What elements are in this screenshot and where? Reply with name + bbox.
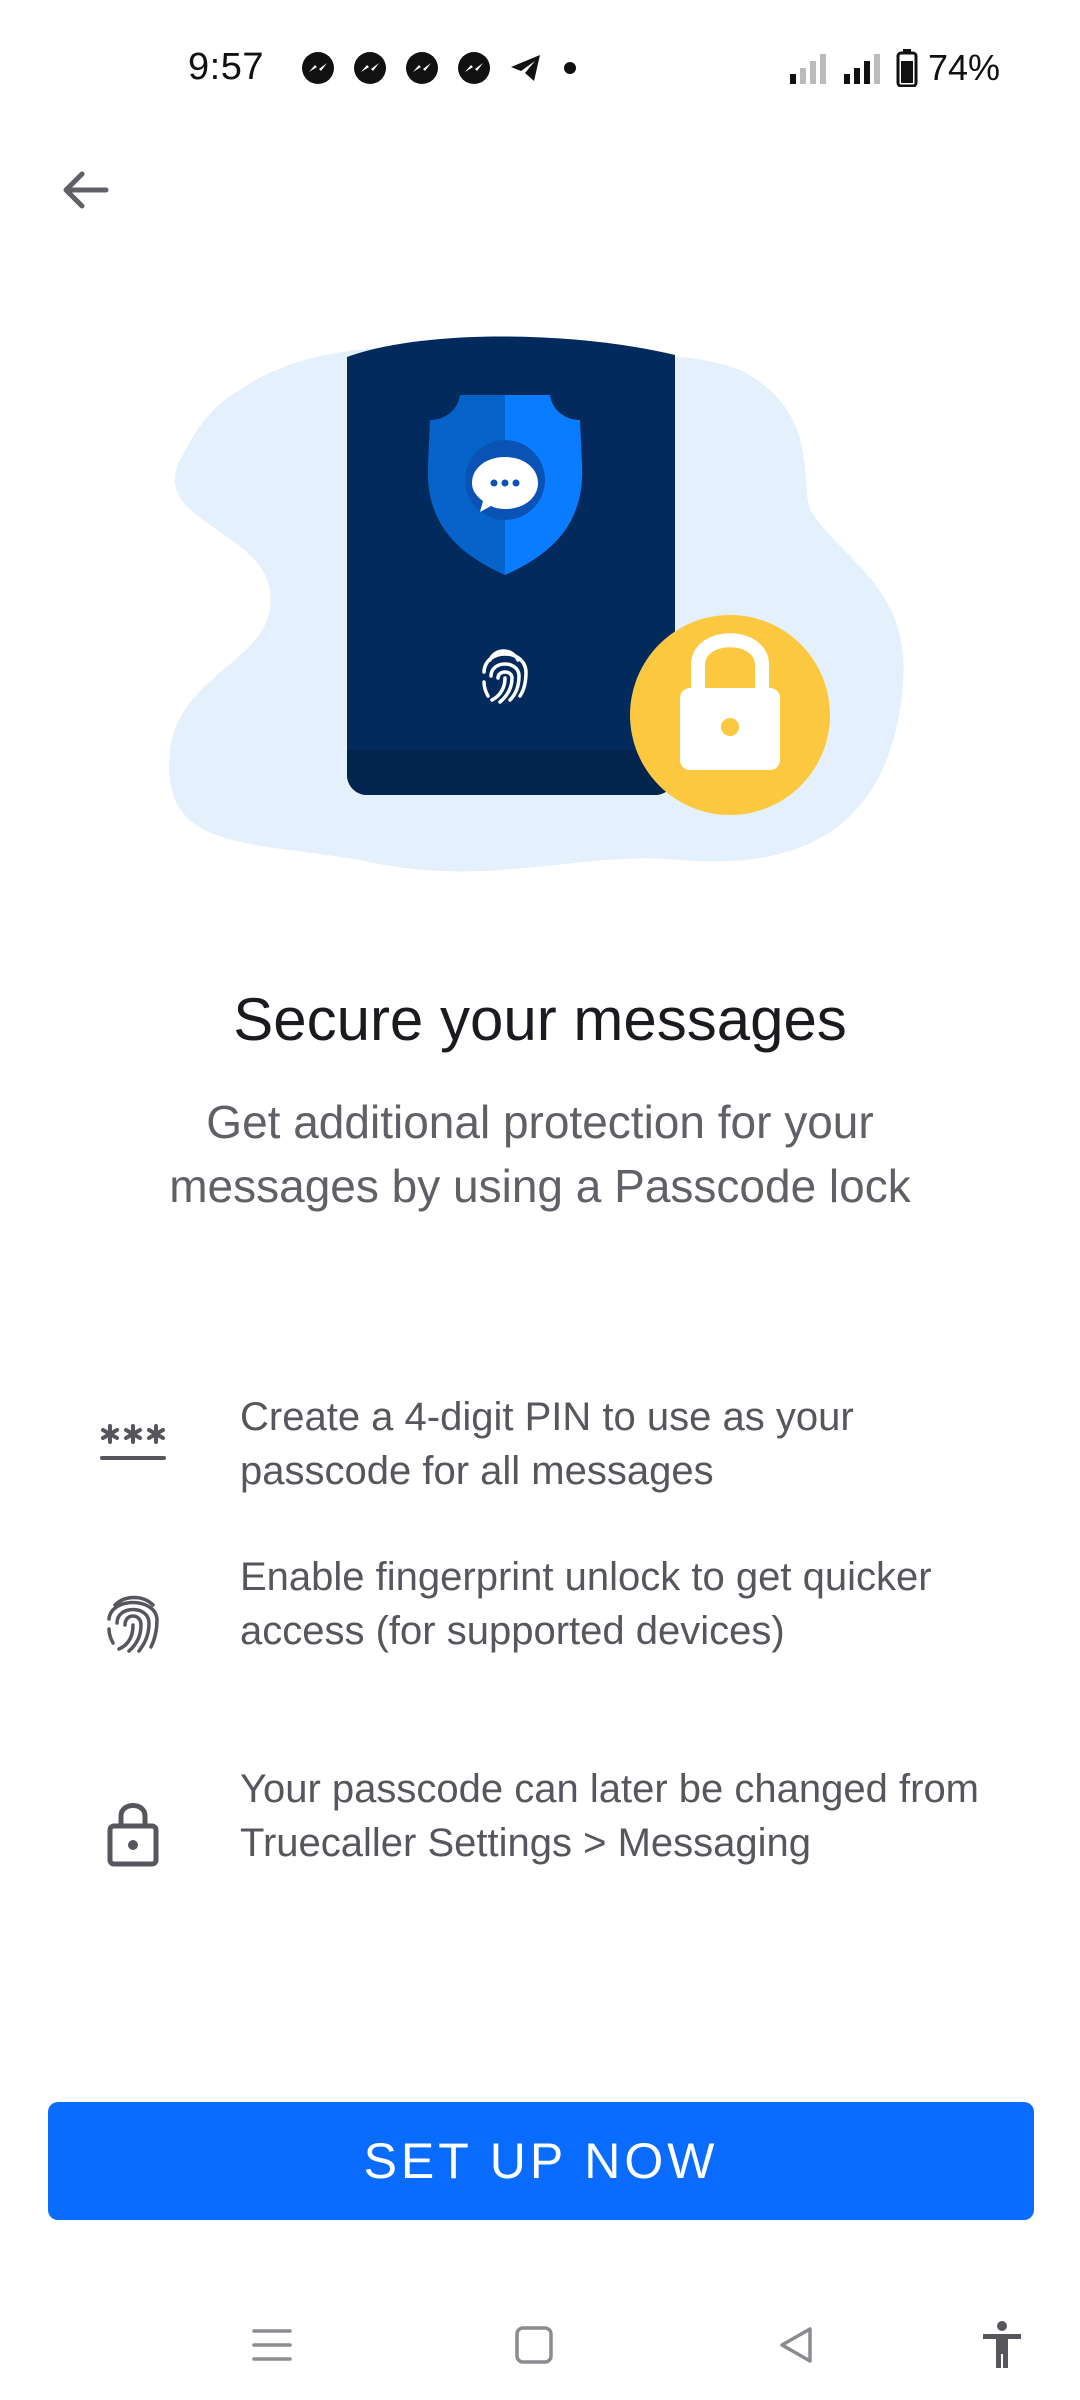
system-back-button[interactable] [756, 2310, 836, 2380]
telegram-icon [511, 55, 540, 81]
system-nav-bar [0, 2290, 1080, 2400]
set-up-now-button[interactable]: SET UP NOW [48, 2102, 1034, 2220]
page-title: Secure your messages [233, 986, 847, 1053]
arrow-left-icon [63, 171, 109, 209]
battery-icon [896, 49, 918, 87]
messenger-icon [354, 52, 386, 84]
feature-text-lock: Your passcode can later be changed from … [240, 1767, 980, 1865]
status-right: 74% [788, 47, 1000, 88]
signal-icon [843, 54, 880, 84]
home-square-icon [515, 2326, 553, 2364]
dot-icon [564, 62, 576, 74]
lock-icon [630, 615, 830, 815]
status-bar: 9:57 74% [0, 0, 1080, 135]
notification-icons [300, 50, 580, 86]
hero-illustration [160, 330, 920, 890]
menu-icon [252, 2329, 292, 2361]
back-triangle-icon [780, 2327, 812, 2363]
messenger-icon [302, 52, 334, 84]
recent-apps-button[interactable] [232, 2310, 312, 2380]
battery-percent: 74% [927, 47, 1000, 88]
messenger-icon [458, 52, 490, 84]
accessibility-icon [983, 2321, 1021, 2368]
back-button[interactable] [44, 150, 124, 230]
feature-text-pin: Create a 4-digit PIN to use as your pass… [240, 1395, 854, 1493]
fingerprint-icon [90, 1580, 176, 1666]
feature-text-fingerprint: Enable fingerprint unlock to get quicker… [240, 1555, 932, 1653]
pin-asterisks-icon [90, 1400, 176, 1486]
lock-icon [90, 1790, 176, 1876]
home-button[interactable] [494, 2310, 574, 2380]
status-time: 9:57 [188, 46, 264, 88]
signal-icon [789, 54, 826, 84]
accessibility-button[interactable] [962, 2310, 1042, 2380]
page-subtitle: Get additional protection for your messa… [169, 1096, 911, 1212]
messenger-icon [406, 52, 438, 84]
